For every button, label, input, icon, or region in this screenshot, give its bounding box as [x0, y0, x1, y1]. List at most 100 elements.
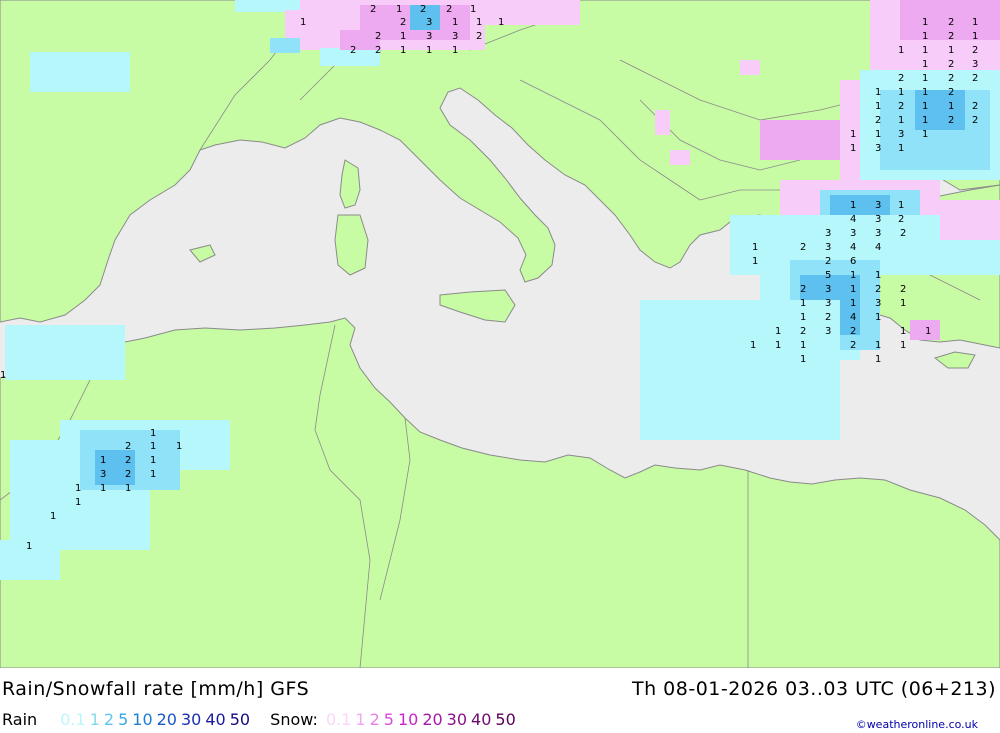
cell-value-label: 1 [100, 455, 106, 466]
cell-value-label: 2 [125, 441, 131, 452]
cell-value-label: 2 [375, 45, 381, 56]
rain-legend-value: 5 [118, 710, 129, 729]
cell-value-label: 1 [800, 340, 806, 351]
cell-value-label: 3 [825, 326, 831, 337]
cell-value-label: 2 [370, 4, 376, 15]
cell-value-label: 2 [875, 115, 881, 126]
cell-value-label: 2 [125, 455, 131, 466]
cell-value-label: 1 [875, 354, 881, 365]
cell-value-label: 3 [972, 59, 978, 70]
cell-value-label: 1 [875, 340, 881, 351]
cell-value-label: 2 [375, 31, 381, 42]
rain-legend-value: 30 [180, 710, 202, 729]
cell-value-label: 1 [850, 270, 856, 281]
cell-value-label: 1 [150, 455, 156, 466]
snow-legend-value: 0.1 [325, 710, 352, 729]
precip-cell [655, 110, 670, 135]
cell-value-label: 1 [498, 17, 504, 28]
cell-value-label: 1 [800, 298, 806, 309]
cell-value-label: 1 [922, 115, 928, 126]
rain-legend-value: 50 [229, 710, 251, 729]
snow-legend-value: 10 [397, 710, 419, 729]
cell-value-label: 1 [850, 284, 856, 295]
cell-value-label: 1 [875, 270, 881, 281]
cell-value-label: 1 [752, 256, 758, 267]
precip-cell [740, 60, 760, 75]
cell-value-label: 3 [875, 143, 881, 154]
legend-rain-values: 0.1 1 2 5 10 20 30 40 50 [60, 710, 254, 729]
cell-value-label: 2 [875, 284, 881, 295]
cell-value-label: 1 [850, 298, 856, 309]
cell-value-label: 1 [775, 340, 781, 351]
cell-value-label: 1 [750, 340, 756, 351]
map-title: Rain/Snowfall rate [mm/h] GFS [2, 678, 310, 700]
cell-value-label: 1 [150, 441, 156, 452]
cell-value-label: 2 [850, 340, 856, 351]
rain-legend-value: 10 [132, 710, 153, 729]
cell-value-label: 4 [850, 242, 856, 253]
cell-value-label: 3 [898, 129, 904, 140]
cell-value-label: 1 [922, 45, 928, 56]
rain-legend-value: 0.1 [60, 710, 86, 729]
cell-value-label: 1 [850, 200, 856, 211]
cell-value-label: 2 [948, 59, 954, 70]
cell-value-label: 3 [426, 17, 432, 28]
cell-value-label: 1 [426, 45, 432, 56]
snow-legend-value: 30 [446, 710, 468, 729]
cell-value-label: 2 [850, 326, 856, 337]
cell-value-label: 1 [922, 129, 928, 140]
cell-value-label: 2 [800, 284, 806, 295]
land-sardinia [334, 214, 369, 276]
snow-legend-value: 5 [383, 710, 394, 729]
cell-value-label: 3 [452, 31, 458, 42]
legend-rain-label: Rain [2, 710, 38, 729]
precip-cell [270, 38, 300, 53]
cell-value-label: 2 [825, 312, 831, 323]
cell-value-label: 1 [75, 483, 81, 494]
cell-value-label: 3 [850, 228, 856, 239]
legend-snow-label: Snow: [270, 710, 318, 729]
cell-value-label: 2 [420, 4, 426, 15]
cell-value-label: 2 [800, 326, 806, 337]
cell-value-label: 1 [898, 87, 904, 98]
cell-value-label: 2 [948, 17, 954, 28]
rain-legend-value: 40 [205, 710, 226, 729]
cell-value-label: 1 [922, 73, 928, 84]
cell-value-label: 2 [972, 45, 978, 56]
cell-value-label: 2 [898, 214, 904, 225]
rain-legend-value: 20 [156, 710, 177, 729]
cell-value-label: 1 [922, 59, 928, 70]
cell-value-label: 3 [426, 31, 432, 42]
cell-value-label: 1 [75, 497, 81, 508]
precip-cell [30, 52, 130, 92]
cell-value-label: 1 [300, 17, 306, 28]
legend-snow-values: 0.1 1 2 5 10 20 30 40 50 [326, 710, 520, 729]
cell-value-label: 1 [948, 101, 954, 112]
cell-value-label: 2 [900, 228, 906, 239]
cell-value-label: 1 [150, 469, 156, 480]
cell-value-label: 1 [452, 17, 458, 28]
cell-value-label: 1 [875, 87, 881, 98]
cell-value-label: 3 [100, 469, 106, 480]
cell-value-label: 3 [825, 284, 831, 295]
snow-legend-value: 50 [495, 710, 516, 729]
cell-value-label: 1 [50, 511, 56, 522]
cell-value-label: 2 [400, 17, 406, 28]
credit-link[interactable]: ©weatheronline.co.uk [856, 718, 978, 731]
cell-value-label: 1 [875, 312, 881, 323]
cell-value-label: 2 [800, 242, 806, 253]
cell-value-label: 2 [948, 115, 954, 126]
cell-value-label: 3 [825, 242, 831, 253]
cell-value-label: 1 [396, 4, 402, 15]
precip-cell [760, 120, 840, 160]
cell-value-label: 2 [125, 469, 131, 480]
rain-legend-value: 2 [103, 710, 115, 729]
cell-value-label: 1 [800, 312, 806, 323]
cell-value-label: 1 [176, 441, 182, 452]
cell-value-label: 1 [100, 483, 106, 494]
cell-value-label: 1 [800, 354, 806, 365]
cell-value-label: 1 [972, 31, 978, 42]
legend: Rain 0.1 1 2 5 10 20 30 40 50 Snow: 0.1 1 2 5 10 20 30… [2, 710, 523, 729]
cell-value-label: 1 [922, 31, 928, 42]
precip-cell [940, 200, 1000, 240]
